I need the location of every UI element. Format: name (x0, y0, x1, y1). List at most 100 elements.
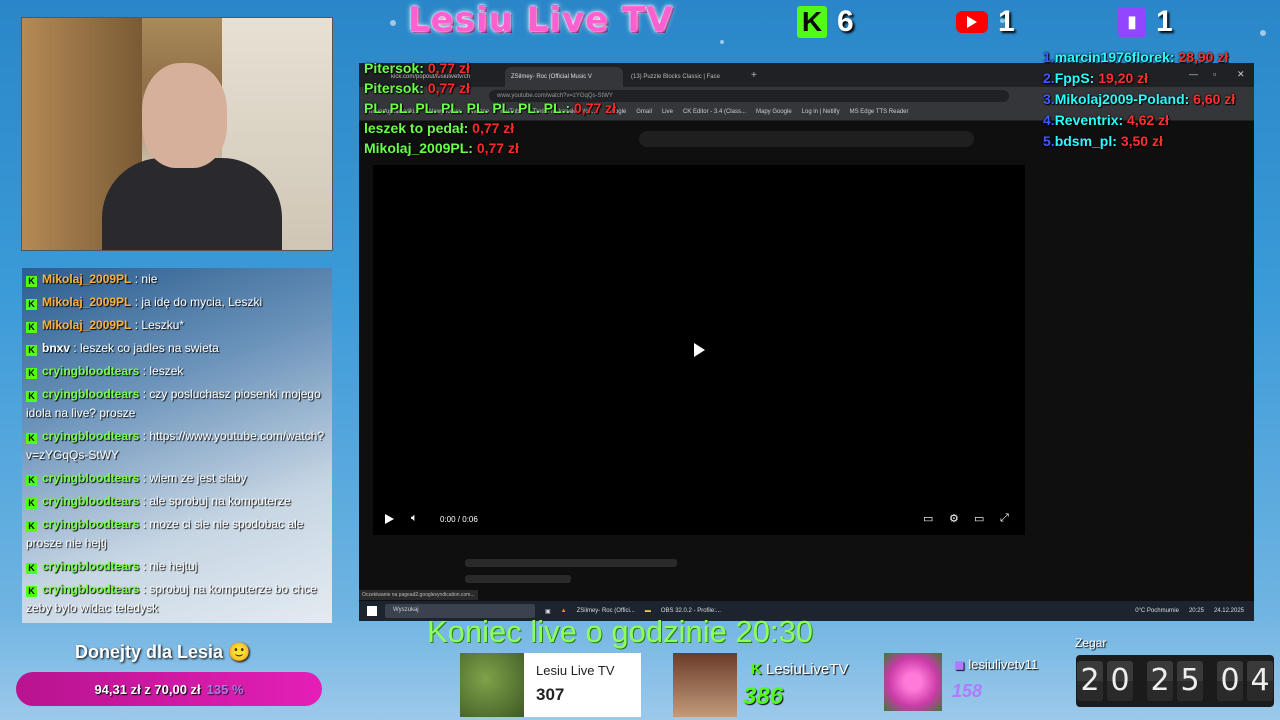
chat-text: : ja idę do mycia, Leszki (131, 295, 263, 309)
fullscreen-icon[interactable]: ⤢ (1000, 512, 1009, 525)
donation-amount: 0,77 zł (476, 140, 519, 156)
donation-amount: 0,77 zł (427, 80, 470, 96)
chat-panel: K Mikolaj_2009PL : nie K Mikolaj_2009PL : j… (22, 268, 332, 623)
webcam-feed (21, 17, 333, 251)
chat-username[interactable]: Mikolaj_2009PL (42, 318, 131, 332)
donation-amount: 6,60 zł (1193, 91, 1236, 107)
chat-username[interactable]: cryingbloodtears (42, 517, 139, 531)
donation-amount: 3,50 zł (1120, 133, 1163, 149)
kick-icon: K (751, 661, 766, 678)
kick-icon: K (26, 322, 37, 333)
channel-name-text: lesiulivetv11 (968, 657, 1039, 672)
channel-name-text: LesiuLiveTV (766, 661, 849, 678)
kick-icon: K (26, 475, 37, 486)
chat-list: K Mikolaj_2009PL : nie K Mikolaj_2009PL : j… (26, 270, 330, 622)
windows-start-icon[interactable] (367, 606, 377, 616)
taskbar-clock: 20:25 (1188, 608, 1204, 614)
theater-mode-icon[interactable]: ▭ (974, 512, 984, 525)
new-tab-button[interactable]: + (745, 67, 765, 87)
donor-name: bdsm_pl: (1054, 133, 1117, 149)
donor-rank: 3. (1043, 91, 1055, 107)
flip-clock: 2 0 2 5 0 4 (1076, 655, 1274, 707)
bookmark[interactable]: Mapy Google (756, 109, 792, 116)
bookmark[interactable]: Log in | Netlify (802, 109, 840, 116)
chat-message: Kcryingbloodtears : nie hejtuj (26, 557, 330, 576)
status-text: Oczekiwanie na pagead2.googlesyndication… (359, 590, 478, 600)
top-donors-list: 1.marcin1976florek: 28,90 zł 2.FppS: 19,2… (1043, 47, 1278, 152)
donation-entry: leszek to pedał: 0,77 zł (364, 118, 664, 138)
donor-rank: 1. (1043, 49, 1055, 65)
twitch-viewer-counter: ▮ 1 (1118, 2, 1173, 42)
kick-count: 6 (837, 5, 854, 38)
youtube-icon (956, 11, 988, 33)
chat-text: : ale sprobuj na komputerze (139, 494, 291, 508)
chat-username[interactable]: bnxv (42, 341, 70, 355)
kick-icon: K (26, 276, 37, 287)
weather-text: 0°C Pochmurnie (1135, 608, 1179, 614)
chat-text: : wiem ze jest slaby (139, 471, 247, 485)
donor-name: Pitersok: (364, 80, 424, 96)
chat-username[interactable]: cryingbloodtears (42, 471, 139, 485)
chat-text: : nie hejtuj (139, 559, 198, 573)
donation-entry: Pitersok: 0,77 zł (364, 78, 664, 98)
youtube-count: 1 (998, 5, 1015, 38)
kick-icon: K (26, 563, 37, 574)
subscriber-count: 307 (536, 685, 565, 704)
chat-username[interactable]: Mikolaj_2009PL (42, 295, 131, 309)
player-controls: 🔈︎ 0:00 / 0:06 ▭ ⚙ ▭ ⤢ (373, 509, 1025, 531)
recent-donations-list: Pitersok: 0,77 zł Pitersok: 0,77 zł PL. PL… (364, 58, 664, 158)
snowflake (390, 20, 396, 26)
donation-amount: 0,77 zł (574, 100, 617, 116)
follower-count: 158 (952, 681, 983, 701)
top-donor-entry: 3.Mikolaj2009-Poland: 6,60 zł (1043, 89, 1278, 110)
end-time-ticker: Koniec live o godzinie 20:30 (427, 614, 814, 649)
chat-message: K Mikolaj_2009PL : Leszku* (26, 316, 330, 335)
chat-username[interactable]: cryingbloodtears (42, 494, 139, 508)
follower-count: 386 (743, 683, 784, 710)
donor-rank: 2. (1043, 70, 1055, 86)
donor-name: FppS: (1054, 70, 1095, 86)
settings-icon[interactable]: ⚙ (949, 512, 959, 525)
play-button[interactable] (385, 514, 394, 524)
chat-message: Kcryingbloodtears : https://www.youtube.… (26, 427, 330, 465)
subtitles-icon[interactable]: ▭ (923, 512, 933, 525)
twitch-count: 1 (1156, 5, 1173, 38)
chat-message: Kcryingbloodtears : sprobuj na komputerz… (26, 580, 330, 618)
chat-username[interactable]: cryingbloodtears (42, 364, 139, 378)
bookmark[interactable]: CK Editor - 3.4 (Class... (683, 109, 746, 116)
chat-text: : Leszku* (131, 318, 185, 332)
channel-avatar (673, 653, 737, 717)
top-donor-entry: 4.Reventrix: 4,62 zł (1043, 110, 1278, 131)
chat-message: Kcryingbloodtears : wiem ze jest slaby (26, 469, 330, 488)
clock-digit: 4 (1247, 661, 1273, 701)
loading-placeholder (465, 575, 571, 583)
donation-goal-bar: 94,31 zł z 70,00 zł 135 % (16, 672, 322, 706)
snowflake (1260, 30, 1266, 36)
donor-name: Mikolaj_2009PL: (364, 140, 473, 156)
chat-message: Kcryingbloodtears : moze ci sie nie spod… (26, 515, 330, 553)
clock-digit: 2 (1147, 661, 1173, 701)
chat-text: : leszek co jadles na swieta (70, 341, 219, 355)
webcam-person-body (102, 158, 282, 250)
kick-icon: K (26, 498, 37, 509)
clock-digit: 0 (1217, 661, 1243, 701)
bookmark[interactable]: MS Edge TTS Reader (850, 109, 909, 116)
play-icon[interactable] (694, 343, 705, 357)
chat-text: : leszek (139, 364, 184, 378)
donor-name: leszek to pedał: (364, 120, 469, 136)
volume-icon[interactable]: 🔈︎ (411, 512, 418, 525)
kick-follower-card: K LesiuLiveTV 386 (673, 653, 873, 717)
donor-name: PL. PL. PL. PL. PL. PL. PL. PL.: (364, 100, 571, 116)
kick-icon: K (26, 433, 37, 444)
chat-username[interactable]: Mikolaj_2009PL (42, 272, 131, 286)
chat-username[interactable]: cryingbloodtears (42, 387, 139, 401)
chat-username[interactable]: cryingbloodtears (42, 429, 139, 443)
youtube-search-bar[interactable] (639, 131, 974, 147)
clock-label: Zegar (1075, 636, 1107, 650)
channel-name: Lesiu Live TV (536, 663, 615, 678)
chat-username[interactable]: cryingbloodtears (42, 559, 139, 573)
donation-amount: 0,77 zł (472, 120, 515, 136)
chat-username[interactable]: cryingbloodtears (42, 582, 139, 596)
top-donor-entry: 1.marcin1976florek: 28,90 zł (1043, 47, 1278, 68)
chat-message: Kcryingbloodtears : czy posluchasz piose… (26, 385, 330, 423)
